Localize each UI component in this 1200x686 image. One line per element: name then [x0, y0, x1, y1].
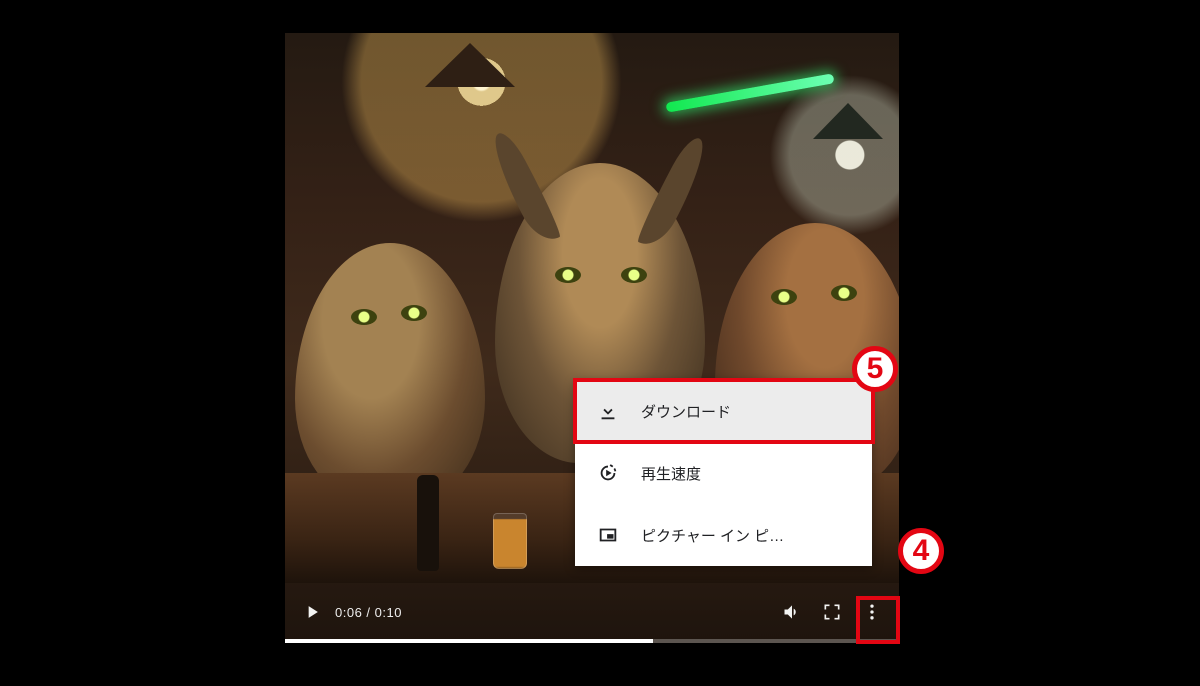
more-vertical-icon	[862, 602, 882, 622]
alien-left	[295, 243, 485, 503]
play-icon	[302, 602, 322, 622]
lamp-shade	[425, 43, 515, 87]
alien-eye	[771, 289, 797, 305]
menu-item-picture-in-picture[interactable]: ピクチャー イン ピ…	[575, 504, 872, 566]
alien-eye	[831, 285, 857, 301]
volume-icon	[782, 602, 802, 622]
menu-item-label: 再生速度	[641, 463, 701, 484]
alien-eye	[401, 305, 427, 321]
lamp-shade	[813, 103, 883, 139]
menu-item-label: ダウンロード	[641, 401, 731, 422]
menu-item-label: ピクチャー イン ピ…	[641, 525, 784, 546]
time-display: 0:06 / 0:10	[335, 605, 402, 620]
bottle	[417, 475, 439, 571]
menu-item-download[interactable]: ダウンロード	[575, 380, 872, 442]
play-button[interactable]	[295, 595, 329, 629]
more-options-button[interactable]	[855, 595, 889, 629]
fullscreen-button[interactable]	[815, 595, 849, 629]
fullscreen-icon	[822, 602, 842, 622]
mute-button[interactable]	[775, 595, 809, 629]
playback-speed-icon	[597, 462, 619, 484]
beer-glass	[493, 513, 527, 569]
menu-item-playback-speed[interactable]: 再生速度	[575, 442, 872, 504]
video-controls: 0:06 / 0:10	[285, 589, 899, 643]
progress-played	[285, 639, 653, 643]
download-icon	[597, 400, 619, 422]
neon-light	[665, 73, 834, 112]
more-options-menu: ダウンロード 再生速度 ピクチャー イン ピ…	[575, 380, 872, 566]
alien-eye	[351, 309, 377, 325]
alien-eye	[555, 267, 581, 283]
annotation-number-4: 4	[898, 528, 944, 574]
picture-in-picture-icon	[597, 524, 619, 546]
alien-eye	[621, 267, 647, 283]
